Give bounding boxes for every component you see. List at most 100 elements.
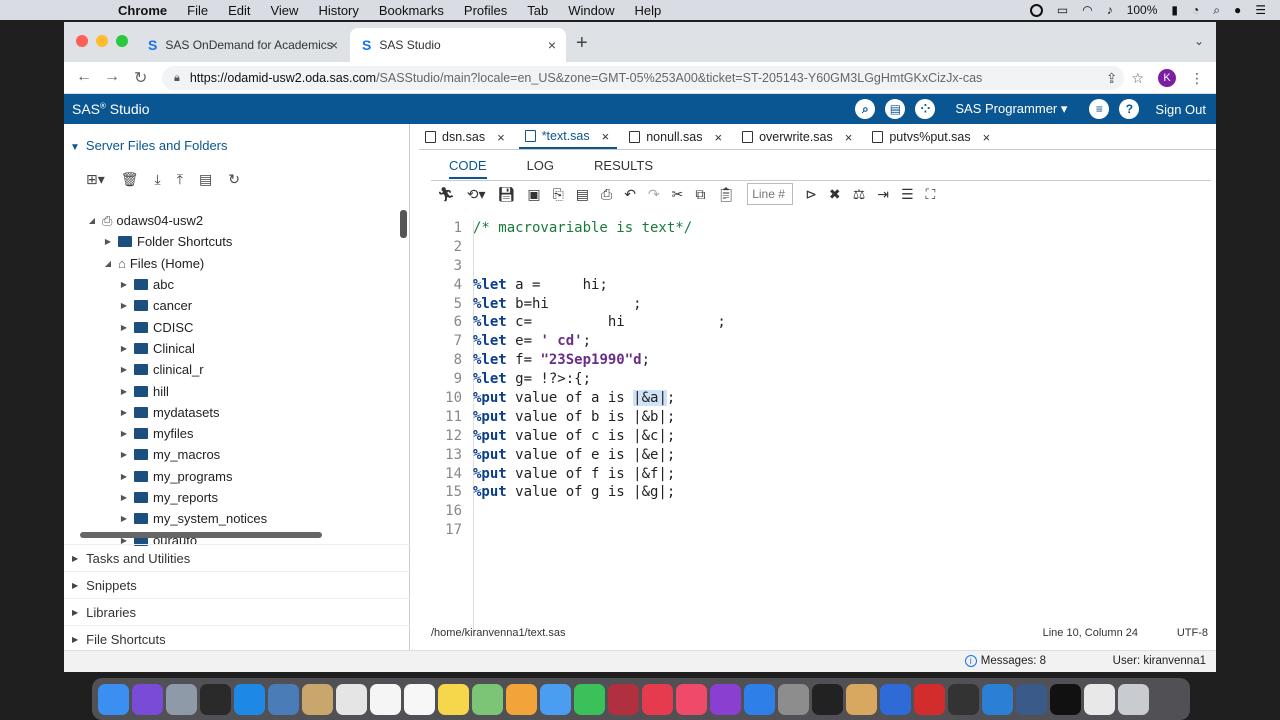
acrobat-icon[interactable] [914, 683, 945, 715]
tree-horizontal-scrollbar[interactable] [80, 532, 322, 538]
code-line[interactable]: 17 [419, 522, 1216, 541]
trash-icon[interactable] [1118, 683, 1149, 715]
code-line[interactable]: 10 %put value of a is |&a|; [419, 390, 1216, 409]
menu-icon[interactable]: ≡ [1089, 99, 1110, 119]
go-to-line-icon[interactable]: ⊳ [805, 186, 817, 203]
print-code-icon[interactable]: ⎙ [601, 186, 612, 203]
download-code-icon[interactable]: ⎘ [553, 186, 564, 203]
expand-arrow-icon[interactable]: ▶ [118, 408, 130, 417]
new-tab-icon[interactable]: + [576, 32, 588, 55]
code-line[interactable]: 5 %let b=hi ; [419, 296, 1216, 315]
record-icon[interactable] [1029, 3, 1043, 17]
news-icon[interactable] [642, 683, 673, 715]
expand-chevron-icon[interactable]: ▼ [70, 142, 80, 153]
tree-folder-clinical-r[interactable]: ▶ clinical_r [64, 359, 410, 380]
browser-tab-sas-studio[interactable]: S SAS Studio × [350, 28, 566, 62]
section-tasks-utilities[interactable]: ▶ Tasks and Utilities [64, 544, 410, 571]
close-tab-icon[interactable]: × [548, 37, 556, 53]
menu-profiles[interactable]: Profiles [464, 3, 507, 18]
facetime-icon[interactable] [574, 683, 605, 715]
clock-icon[interactable]: ◔ [1192, 3, 1199, 17]
expand-arrow-icon[interactable]: ▶ [118, 344, 130, 353]
photos-icon[interactable] [506, 683, 537, 715]
preview-icon[interactable] [268, 683, 299, 715]
wifi-icon[interactable]: ◠ [1082, 3, 1092, 17]
edge-browser-icon[interactable] [880, 683, 911, 715]
clear-code-icon[interactable]: ✖ [829, 186, 841, 203]
spotlight-search-icon[interactable]: ⌕ [1213, 3, 1220, 18]
control-center-icon[interactable]: ☰ [1255, 3, 1266, 17]
terminal-window-icon[interactable] [1050, 683, 1081, 715]
code-line[interactable]: 6 %let c= hi ; [419, 314, 1216, 333]
expand-arrow-icon[interactable]: ▶ [118, 365, 130, 374]
tab-search-chevron-icon[interactable]: ⌄ [1194, 34, 1204, 48]
code-line[interactable]: 8 %let f= "23Sep1990"d; [419, 352, 1216, 371]
submit-selected-icon[interactable]: ⇥ [877, 186, 889, 203]
expand-arrow-icon[interactable]: ▶ [102, 237, 114, 246]
lock-icon[interactable]: 🔒︎ [174, 72, 180, 85]
apps-grid-icon[interactable]: ⁘ [915, 99, 936, 119]
podcasts-icon[interactable] [710, 683, 741, 715]
piano-app-icon[interactable] [812, 683, 843, 715]
bookmark-star-icon[interactable]: ☆ [1131, 70, 1144, 87]
siri-icon[interactable]: ● [1234, 3, 1241, 17]
maximize-window-button[interactable] [116, 35, 128, 47]
sign-out-link[interactable]: Sign Out [1155, 102, 1206, 117]
tab-results[interactable]: RESULTS [594, 158, 653, 173]
close-tab-icon[interactable]: × [330, 37, 338, 53]
collapse-arrow-icon[interactable]: ◢ [102, 259, 114, 268]
paste-icon[interactable]: 📋︎ [717, 186, 735, 203]
export-icon[interactable]: ▤ [576, 186, 589, 203]
screenshot-window-icon[interactable] [1084, 683, 1115, 715]
code-line[interactable]: 11 %put value of b is |&b|; [419, 409, 1216, 428]
safari-icon[interactable] [234, 683, 265, 715]
notes-icon[interactable] [438, 683, 469, 715]
menu-file[interactable]: File [187, 3, 208, 18]
expand-arrow-icon[interactable]: ▶ [72, 581, 78, 590]
tab-log[interactable]: LOG [527, 158, 554, 173]
more-menu-icon[interactable]: ⋮ [1190, 70, 1204, 87]
forward-icon[interactable]: → [104, 68, 120, 86]
tree-vertical-scrollbar[interactable] [400, 210, 407, 238]
code-line[interactable]: 16 [419, 503, 1216, 522]
profile-avatar[interactable]: K [1158, 69, 1176, 87]
messages-icon[interactable] [540, 683, 571, 715]
tree-folder-abc[interactable]: ▶ abc [64, 274, 410, 295]
reload-icon[interactable]: ↻ [134, 68, 147, 88]
contacts-icon[interactable] [302, 683, 333, 715]
run-icon[interactable]: 🏃︎ [437, 186, 455, 203]
menu-history[interactable]: History [318, 3, 358, 18]
code-editor[interactable]: 1/* macrovariable is text*/2 3 4 %let a = h… [419, 220, 1216, 616]
menu-edit[interactable]: Edit [228, 3, 250, 18]
perspective-menu[interactable]: SAS Programmer ▾ [955, 101, 1067, 117]
program-tab-putvs-put[interactable]: putvs%put.sas × [866, 125, 998, 149]
close-window-button[interactable] [76, 35, 88, 47]
help-icon[interactable]: ? [1119, 99, 1140, 119]
collapse-arrow-icon[interactable]: ◢ [86, 216, 98, 225]
print-icon[interactable]: ▤ [885, 99, 906, 119]
back-icon[interactable]: ← [76, 68, 92, 86]
browser-tab-sas-ondemand[interactable]: S SAS OnDemand for Academics × [136, 28, 348, 62]
tree-files-home[interactable]: ◢ ⌂ Files (Home) [64, 253, 410, 274]
save-icon[interactable]: 💾︎ [498, 186, 516, 203]
expand-arrow-icon[interactable]: ▶ [118, 429, 130, 438]
menu-window[interactable]: Window [568, 3, 614, 18]
display-icon[interactable]: ▭ [1057, 3, 1068, 17]
finder-icon[interactable] [98, 683, 129, 715]
tree-folder-my-system-notices[interactable]: ▶ my_system_notices [64, 508, 410, 529]
close-tab-icon[interactable]: × [845, 130, 853, 145]
expand-arrow-icon[interactable]: ▶ [118, 472, 130, 481]
photo-booth-icon[interactable] [608, 683, 639, 715]
code-line[interactable]: 4 %let a = hi; [419, 277, 1216, 296]
code-line[interactable]: 9 %let g= !?>:{; [419, 371, 1216, 390]
menu-app-name[interactable]: Chrome [118, 3, 167, 18]
code-line[interactable]: 12 %put value of c is |&c|; [419, 428, 1216, 447]
tree-folder-my-programs[interactable]: ▶ my_programs [64, 466, 410, 487]
format-code-icon[interactable]: ⚖ [853, 186, 866, 203]
undo-icon[interactable]: ↶ [624, 186, 636, 203]
section-snippets[interactable]: ▶ Snippets [64, 571, 410, 598]
code-line[interactable]: 1 /* macrovariable is text*/ [419, 220, 1216, 239]
code-line[interactable]: 7 %let e= ' cd'; [419, 333, 1216, 352]
download-icon[interactable]: ⤓ [155, 171, 161, 188]
recent-history-icon[interactable]: ⟲▾ [467, 186, 486, 203]
